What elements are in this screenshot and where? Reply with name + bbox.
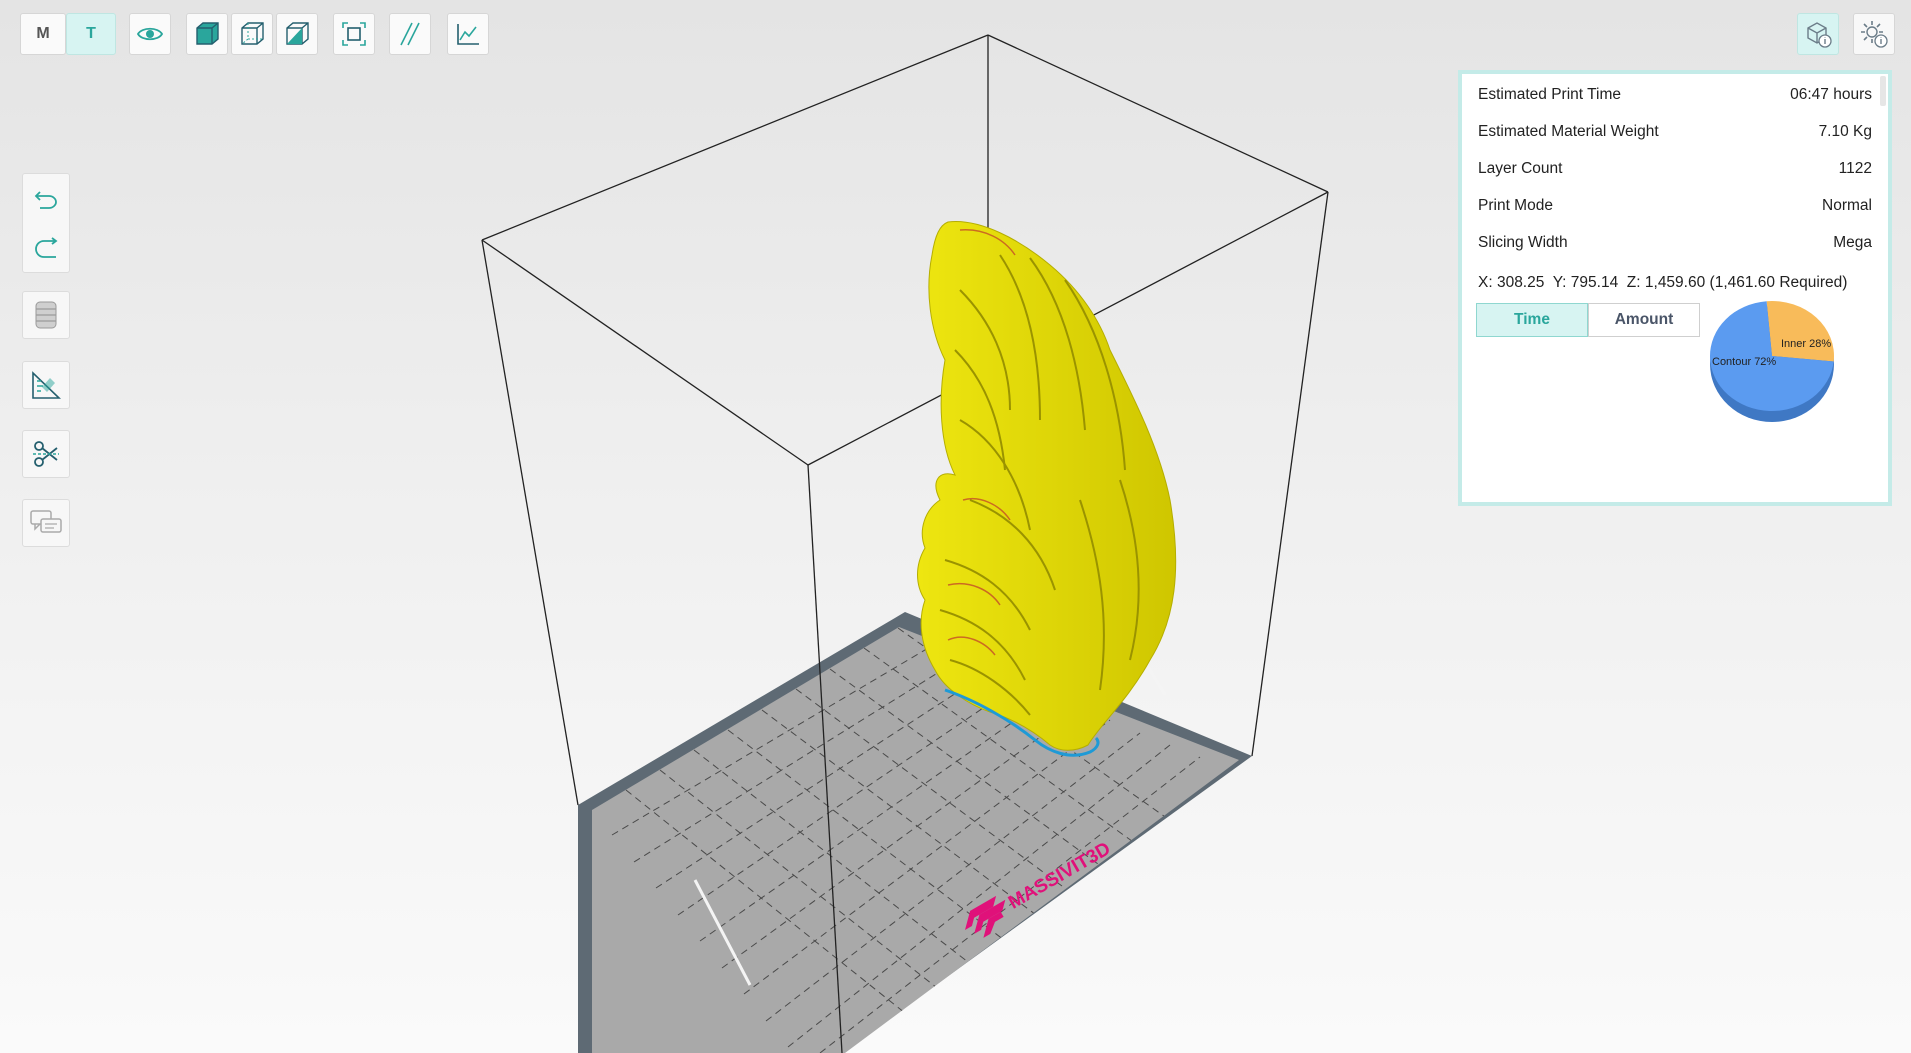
undo-redo-group xyxy=(22,173,70,273)
time-amount-toggle: Time Amount xyxy=(1476,303,1700,337)
measure-button[interactable] xyxy=(22,361,70,409)
pie-slice-inner xyxy=(1766,301,1834,362)
stat-value: 06:47 hours xyxy=(1790,86,1872,103)
tab-time[interactable]: Time xyxy=(1476,303,1588,337)
chart-icon xyxy=(457,24,479,45)
coordinates-readout: X: 308.25 Y: 795.14 Z: 1,459.60 (1,461.6… xyxy=(1478,274,1848,291)
pie-label-contour: Contour 72% xyxy=(1712,356,1776,368)
pie-label-inner: Inner 28% xyxy=(1781,338,1831,350)
stat-value: Normal xyxy=(1822,197,1872,214)
redo-icon xyxy=(35,236,58,258)
stat-label: Estimated Material Weight xyxy=(1478,123,1659,140)
stat-row-layer-count: Layer Count 1122 xyxy=(1478,160,1872,182)
build-plate xyxy=(578,612,1252,1053)
tab-amount[interactable]: Amount xyxy=(1588,303,1700,337)
model-info-button[interactable] xyxy=(1797,13,1839,55)
section-view-button[interactable] xyxy=(276,13,318,55)
chart-button[interactable] xyxy=(447,13,489,55)
stat-label: Slicing Width xyxy=(1478,234,1568,251)
settings-info-button[interactable] xyxy=(1853,13,1895,55)
eye-icon xyxy=(137,27,163,41)
comments-button[interactable] xyxy=(22,499,70,547)
solid-view-icon xyxy=(196,22,219,45)
mode-m-button[interactable]: M xyxy=(20,13,66,55)
fit-view-button[interactable] xyxy=(333,13,375,55)
time-distribution-pie-chart: Contour 72% Inner 28% xyxy=(1710,301,1834,422)
cut-scissors-icon xyxy=(33,441,59,467)
stat-row-print-time: Estimated Print Time 06:47 hours xyxy=(1478,86,1872,108)
wireframe-view-button[interactable] xyxy=(231,13,273,55)
material-spool-button[interactable] xyxy=(22,291,70,339)
comments-icon xyxy=(30,510,62,533)
fit-view-icon xyxy=(342,22,366,46)
stat-value: 7.10 Kg xyxy=(1818,123,1872,140)
slice-lines-button[interactable] xyxy=(389,13,431,55)
stat-row-material-weight: Estimated Material Weight 7.10 Kg xyxy=(1478,123,1872,145)
stat-label: Estimated Print Time xyxy=(1478,86,1621,103)
section-view-icon xyxy=(286,22,309,45)
stat-row-slicing-width: Slicing Width Mega xyxy=(1478,234,1872,256)
wireframe-view-icon xyxy=(241,22,264,45)
slice-lines-icon xyxy=(400,22,420,46)
solid-view-button[interactable] xyxy=(186,13,228,55)
print-info-panel: Estimated Print Time 06:47 hours Estimat… xyxy=(1458,70,1892,506)
cut-button[interactable] xyxy=(22,430,70,478)
wing-model xyxy=(917,221,1177,757)
stat-value: 1122 xyxy=(1838,160,1872,177)
undo-button[interactable] xyxy=(23,174,69,223)
redo-button[interactable] xyxy=(23,223,69,272)
material-spool-icon xyxy=(35,301,57,329)
stat-value: Mega xyxy=(1833,234,1872,251)
settings-info-icon xyxy=(1861,21,1888,48)
mode-t-button[interactable]: T xyxy=(66,13,116,55)
stat-row-print-mode: Print Mode Normal xyxy=(1478,197,1872,219)
model-info-icon xyxy=(1807,22,1832,48)
panel-scrollbar[interactable] xyxy=(1880,76,1886,106)
view-visibility-button[interactable] xyxy=(129,13,171,55)
stat-label: Layer Count xyxy=(1478,160,1563,177)
measure-ruler-icon xyxy=(32,371,61,399)
stat-label: Print Mode xyxy=(1478,197,1553,214)
undo-icon xyxy=(34,190,57,209)
